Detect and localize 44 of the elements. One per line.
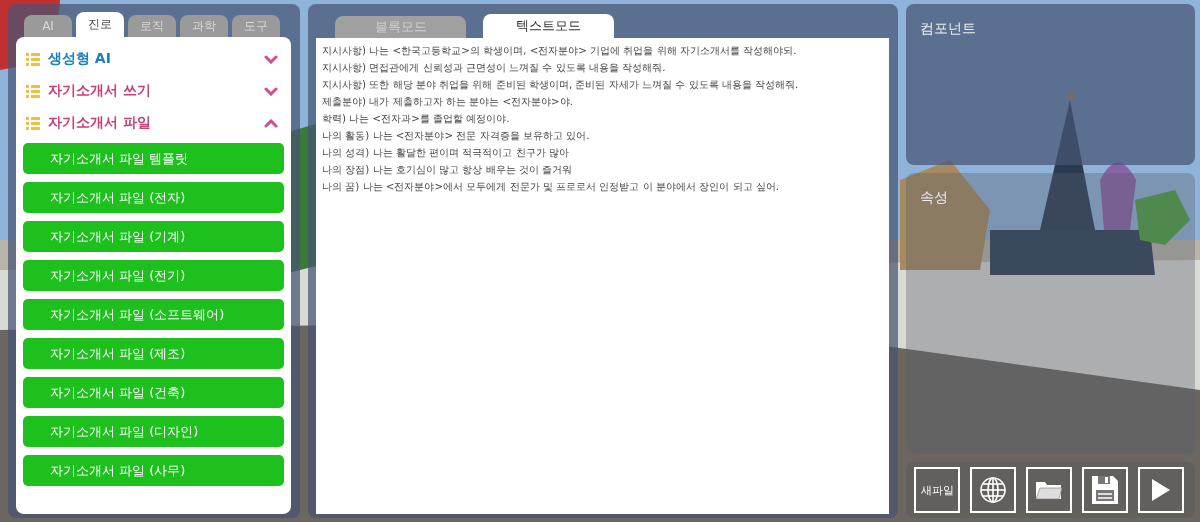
editor-line: 학력) 나는 <전자과>를 졸업할 예정이야.	[322, 111, 511, 126]
block-item[interactable]: 자기소개서 파일 (전기)	[23, 260, 284, 291]
editor-line: 나의 성격) 나는 활달한 편이며 적극적이고 친구가 많아	[322, 145, 570, 160]
editor-line: 나의 활동) 나는 <전자분야> 전문 자격증을 보유하고 있어.	[322, 128, 591, 143]
category-tab[interactable]: 로직	[128, 15, 176, 37]
block-item[interactable]: 자기소개서 파일 템플릿	[23, 143, 284, 174]
block-item[interactable]: 자기소개서 파일 (전자)	[23, 182, 284, 213]
new-file-button[interactable]: 새파일	[914, 467, 960, 513]
editor-line: 제출분야) 내가 제출하고자 하는 분야는 <전자분야>야.	[322, 94, 574, 109]
list-icon	[26, 84, 40, 98]
folder-icon	[1035, 479, 1063, 501]
save-icon	[1091, 475, 1119, 505]
block-item[interactable]: 자기소개서 파일 (제조)	[23, 338, 284, 369]
category-header[interactable]: 자기소개서 파일	[23, 107, 284, 139]
panel-title: 컴포넌트	[920, 20, 976, 36]
editor-line: 나의 장점) 나는 호기심이 많고 항상 배우는 것이 즐거워	[322, 162, 574, 177]
play-button[interactable]	[1138, 467, 1184, 513]
editor-line: 지시사항) 면접관에게 신뢰성과 근면성이 느껴질 수 있도록 내용을 작성해줘.	[322, 60, 667, 75]
globe-button[interactable]	[970, 467, 1016, 513]
chevron-up-icon	[264, 118, 278, 128]
play-icon	[1151, 478, 1171, 502]
category-header[interactable]: 생성형 AI	[23, 43, 284, 75]
mode-tab[interactable]: 텍스트모드	[483, 14, 614, 38]
globe-icon	[979, 476, 1007, 504]
folder-button[interactable]	[1026, 467, 1072, 513]
category-tab[interactable]: 과학	[180, 15, 228, 37]
block-item[interactable]: 자기소개서 파일 (디자인)	[23, 416, 284, 447]
editor-line: 나의 꿈) 나는 <전자분야>에서 모두에게 전문가 및 프로로서 인정받고 이 분야에서 장인이 되고 싶어.	[322, 179, 781, 194]
category-tab[interactable]: 도구	[232, 15, 280, 37]
block-item[interactable]: 자기소개서 파일 (건축)	[23, 377, 284, 408]
list-icon	[26, 52, 40, 66]
editor-line: 지시사항) 또한 해당 분야 취업을 위해 준비된 학생이며, 준비된 자세가 느껴질 수 있도록 내용을 작성해줘.	[322, 77, 800, 92]
category-tab[interactable]: 진로	[76, 12, 124, 37]
category-tab[interactable]: AI	[24, 15, 72, 37]
panel-title: 속성	[920, 189, 948, 205]
save-button[interactable]	[1082, 467, 1128, 513]
chevron-down-icon	[264, 54, 278, 64]
block-item[interactable]: 자기소개서 파일 (기계)	[23, 221, 284, 252]
editor-line: 지시사항) 나는 <한국고등학교>의 학생이며, <전자분야> 기업에 취업을 위해 자기소개서를 작성해야되.	[322, 43, 798, 58]
category-header[interactable]: 자기소개서 쓰기	[23, 75, 284, 107]
block-item[interactable]: 자기소개서 파일 (소프트웨어)	[23, 299, 284, 330]
chevron-down-icon	[264, 86, 278, 96]
block-item[interactable]: 자기소개서 파일 (사무)	[23, 455, 284, 486]
list-icon	[26, 116, 40, 130]
